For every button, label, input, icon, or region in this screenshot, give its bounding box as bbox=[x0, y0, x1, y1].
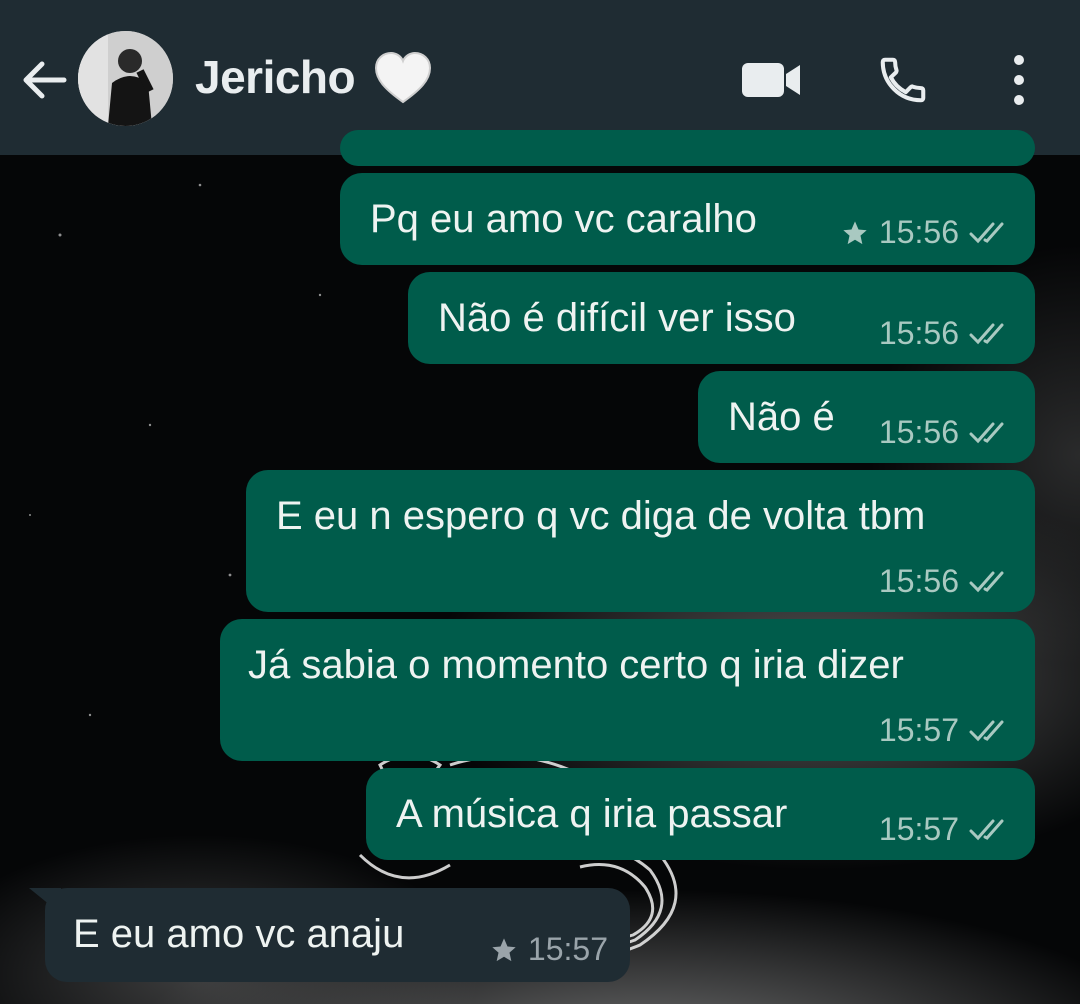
message-time: 15:57 bbox=[527, 931, 608, 967]
message-bubble[interactable]: A música q iria passar 15:57 bbox=[366, 768, 1035, 860]
message-time: 15:56 bbox=[878, 214, 959, 250]
video-call-icon[interactable] bbox=[740, 60, 802, 100]
message-bubble-partial bbox=[340, 130, 1035, 166]
message-text: Já sabia o momento certo q iria dizer bbox=[248, 643, 904, 687]
more-options-icon[interactable] bbox=[1000, 52, 1038, 108]
message-text: Pq eu amo vc caralho bbox=[370, 197, 757, 241]
voice-call-icon[interactable] bbox=[876, 53, 930, 107]
message-text: E eu amo vc anaju bbox=[73, 912, 405, 956]
double-check-read-icon bbox=[969, 323, 1004, 344]
starred-star-icon bbox=[492, 937, 516, 961]
message-bubble[interactable]: Não é difícil ver isso 15:56 bbox=[408, 272, 1035, 364]
bubble-tail bbox=[29, 888, 61, 914]
double-check-read-icon bbox=[969, 720, 1004, 741]
double-check-read-icon bbox=[969, 422, 1004, 443]
double-check-read-icon bbox=[969, 222, 1004, 243]
message-meta: 15:57 bbox=[490, 931, 608, 968]
message-meta: 15:56 bbox=[879, 414, 1013, 451]
starred-star-icon bbox=[843, 220, 867, 244]
contact-avatar[interactable] bbox=[78, 31, 173, 126]
message-meta: 15:57 bbox=[879, 712, 1013, 749]
message-time: 15:56 bbox=[878, 315, 959, 351]
message-time: 15:57 bbox=[878, 712, 959, 748]
white-heart-emoji bbox=[374, 51, 432, 104]
message-meta: 15:56 bbox=[879, 563, 1013, 600]
message-text: Não é bbox=[728, 395, 835, 439]
message-bubble[interactable]: Não é 15:56 bbox=[698, 371, 1035, 463]
message-time: 15:57 bbox=[878, 811, 959, 847]
message-meta: 15:56 bbox=[879, 315, 1013, 352]
message-time: 15:56 bbox=[878, 563, 959, 599]
message-bubble[interactable]: Pq eu amo vc caralho 15:56 bbox=[340, 173, 1035, 265]
message-meta: 15:56 bbox=[841, 214, 1013, 251]
incoming-message-bubble[interactable]: E eu amo vc anaju 15:57 bbox=[29, 888, 630, 982]
message-text: Não é difícil ver isso bbox=[438, 296, 796, 340]
double-check-read-icon bbox=[969, 571, 1004, 592]
double-check-read-icon bbox=[969, 819, 1004, 840]
message-time: 15:56 bbox=[878, 414, 959, 450]
back-arrow-icon[interactable] bbox=[18, 54, 70, 106]
message-text: A música q iria passar bbox=[396, 792, 788, 836]
message-text: E eu n espero q vc diga de volta tbm bbox=[276, 494, 926, 538]
contact-name[interactable]: Jericho bbox=[195, 50, 356, 104]
message-bubble[interactable]: Já sabia o momento certo q iria dizer 15… bbox=[220, 619, 1035, 761]
message-bubble[interactable]: E eu n espero q vc diga de volta tbm 15:… bbox=[246, 470, 1035, 612]
message-meta: 15:57 bbox=[879, 811, 1013, 848]
